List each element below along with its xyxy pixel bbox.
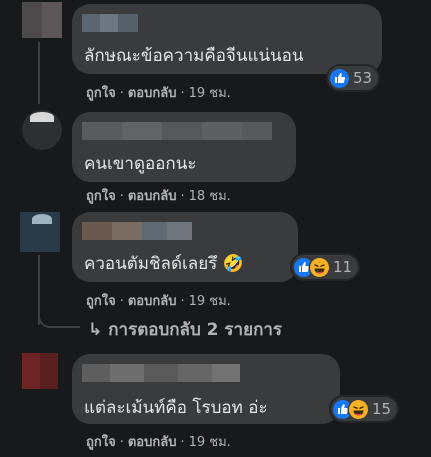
reply-link[interactable]: ตอบกลับ xyxy=(128,189,177,204)
comment-bubble: ลักษณะข้อความคือจีนแน่นอน xyxy=(72,4,382,74)
comment-bubble: ควอนตัมชิลด์เลยรึ 🤣 xyxy=(72,212,298,282)
commenter-name-blurred[interactable] xyxy=(82,14,138,32)
commenter-name-blurred[interactable] xyxy=(82,364,240,382)
commenter-name-blurred[interactable] xyxy=(82,122,272,140)
like-link[interactable]: ถูกใจ xyxy=(86,294,116,309)
comment-text: ควอนตัมชิลด์เลยรึ 🤣 xyxy=(84,254,244,274)
timestamp[interactable]: 19 ชม. xyxy=(189,294,231,309)
reaction-count: 53 xyxy=(353,69,373,87)
reply-arrow-icon: ↳ xyxy=(88,320,103,340)
avatar[interactable] xyxy=(22,353,58,389)
reaction-summary[interactable]: 53 xyxy=(328,66,379,90)
comment-actions: ถูกใจ · ตอบกลับ · 19 ชม. xyxy=(86,435,231,450)
reply-link[interactable]: ตอบกลับ xyxy=(128,86,177,101)
thread-line xyxy=(38,42,40,104)
view-replies-link[interactable]: ↳ การตอบกลับ 2 รายการ xyxy=(88,316,282,343)
reply-link[interactable]: ตอบกลับ xyxy=(128,294,177,309)
like-link[interactable]: ถูกใจ xyxy=(86,86,116,101)
timestamp[interactable]: 19 ชม. xyxy=(189,435,231,450)
comment-text: แต่ละเม้นท์คือ โรบอท อ่ะ xyxy=(84,398,268,418)
avatar[interactable] xyxy=(20,212,60,252)
reaction-summary[interactable]: 11 xyxy=(292,255,359,279)
like-link[interactable]: ถูกใจ xyxy=(86,189,116,204)
comment-bubble: คนเขาดูออกนะ xyxy=(72,112,296,182)
avatar[interactable] xyxy=(22,2,62,38)
like-icon xyxy=(330,68,349,88)
comment-bubble: แต่ละเม้นท์คือ โรบอท อ่ะ xyxy=(72,354,340,424)
timestamp[interactable]: 19 ชม. xyxy=(189,86,231,101)
view-replies-label: การตอบกลับ 2 รายการ xyxy=(108,320,283,340)
comment-actions: ถูกใจ · ตอบกลับ · 18 ชม. xyxy=(86,189,231,204)
reaction-summary[interactable]: 15 xyxy=(331,397,398,421)
haha-icon xyxy=(349,399,368,419)
comment-actions: ถูกใจ · ตอบกลับ · 19 ชม. xyxy=(86,86,231,101)
timestamp[interactable]: 18 ชม. xyxy=(189,189,231,204)
comment-actions: ถูกใจ · ตอบกลับ · 19 ชม. xyxy=(86,294,231,309)
comment-text: ลักษณะข้อความคือจีนแน่นอน xyxy=(84,46,304,66)
thread-line-curve xyxy=(38,310,80,328)
haha-icon xyxy=(310,257,329,277)
like-link[interactable]: ถูกใจ xyxy=(86,435,116,450)
reply-link[interactable]: ตอบกลับ xyxy=(128,435,177,450)
commenter-name-blurred[interactable] xyxy=(82,222,192,240)
reaction-count: 15 xyxy=(372,400,392,418)
avatar[interactable] xyxy=(22,110,62,150)
reaction-count: 11 xyxy=(333,258,353,276)
comment-text: คนเขาดูออกนะ xyxy=(84,154,197,174)
